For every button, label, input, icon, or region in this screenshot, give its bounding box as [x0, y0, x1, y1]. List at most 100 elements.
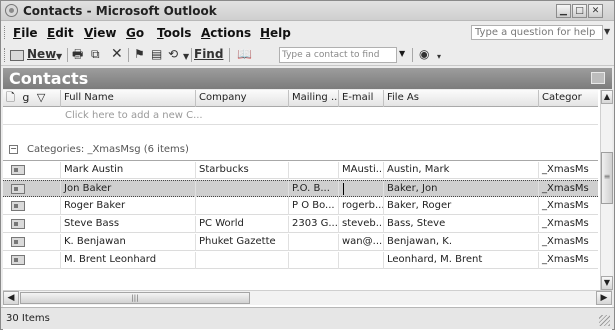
address-book-icon[interactable]: 📖 — [237, 47, 252, 63]
menu-edit[interactable]: Edit — [47, 26, 74, 40]
contact-card-icon — [11, 201, 25, 211]
cell-email[interactable]: rogerb... — [339, 200, 384, 211]
print-icon[interactable]: 🖶 — [72, 47, 83, 63]
maximize-button[interactable]: □ — [572, 4, 587, 18]
cell-file-as[interactable]: Austin, Mark — [384, 164, 539, 175]
cell-full-name[interactable]: Mark Austin — [61, 164, 196, 175]
menu-file[interactable]: File — [13, 26, 38, 40]
horizontal-scrollbar[interactable]: ◀ ||| ▶ — [3, 290, 612, 305]
vertical-scrollbar[interactable]: ▲ ≡ ▼ — [600, 90, 613, 290]
vertical-scroll-thumb[interactable]: ≡ — [601, 152, 613, 204]
menu-actions[interactable]: Actions — [201, 26, 251, 40]
cell-email[interactable]: wan@... — [339, 236, 384, 247]
scroll-right-button[interactable]: ▶ — [596, 291, 612, 305]
add-new-contact-row[interactable]: Click here to add a new C... — [3, 108, 598, 125]
collapse-group-icon[interactable]: − — [9, 145, 18, 154]
send-receive-icon[interactable]: ⟲ — [168, 47, 178, 63]
cell-categories[interactable]: _XmasMs — [539, 183, 598, 194]
cell-categories[interactable]: _XmasMs — [539, 218, 598, 229]
categories-icon[interactable]: ▤ — [151, 47, 162, 63]
outlook-app-icon[interactable] — [5, 4, 18, 17]
contact-row[interactable]: Jon Baker P.O. B... Baker, Jon _XmasMs — [3, 180, 598, 198]
new-contact-icon[interactable] — [10, 50, 24, 61]
cell-file-as[interactable]: Benjawan, K. — [384, 236, 539, 247]
text-cursor — [343, 183, 344, 195]
cell-categories[interactable]: _XmasMs — [539, 164, 598, 175]
move-to-folder-icon[interactable]: ⧉ — [91, 47, 100, 63]
resize-grip[interactable] — [599, 315, 610, 326]
cell-file-as[interactable]: Bass, Steve — [384, 218, 539, 229]
column-mailing-address[interactable]: Mailing ... — [289, 90, 339, 107]
ask-question-input[interactable]: Type a question for help — [471, 25, 603, 40]
scroll-up-button[interactable]: ▲ — [601, 90, 613, 104]
minimize-button[interactable]: ▁ — [556, 4, 571, 18]
menu-help[interactable]: Help — [260, 26, 291, 40]
ask-question-dropdown-icon[interactable]: ▼ — [604, 27, 610, 36]
cell-full-name[interactable]: K. Benjawan — [61, 236, 196, 247]
cell-file-as[interactable]: Leonhard, M. Brent — [384, 254, 539, 265]
flag-icon[interactable]: ⚑ — [134, 47, 145, 63]
contact-card-icon — [11, 165, 25, 175]
menu-grip[interactable] — [4, 26, 7, 39]
horizontal-scroll-thumb[interactable]: ||| — [20, 292, 250, 304]
column-gridline — [288, 234, 289, 251]
new-button[interactable]: New — [27, 47, 56, 63]
add-new-contact-hint: Click here to add a new C... — [65, 110, 203, 121]
cell-categories[interactable]: _XmasMs — [539, 200, 598, 211]
column-gridline — [195, 252, 196, 269]
column-file-as[interactable]: File As — [384, 90, 539, 107]
cell-full-name[interactable]: Steve Bass — [61, 218, 196, 229]
contact-row[interactable]: Mark Austin Starbucks MAusti... Austin, Mar… — [3, 162, 598, 179]
window-title: Contacts - Microsoft Outlook — [23, 4, 217, 18]
contact-card-icon — [11, 184, 25, 194]
toolbar-separator — [412, 48, 413, 62]
menu-tools[interactable]: Tools — [157, 26, 191, 40]
delete-icon[interactable]: ✕ — [111, 47, 123, 63]
title-bar[interactable]: Contacts - Microsoft Outlook ▁ □ ✕ — [1, 1, 614, 21]
contact-card-icon — [11, 255, 25, 265]
cell-mailing-address[interactable]: P O Bo... — [289, 200, 339, 211]
column-company[interactable]: Company — [196, 90, 289, 107]
contact-row[interactable]: K. Benjawan Phuket Gazette wan@... Benjawan… — [3, 234, 598, 251]
cell-mailing-address[interactable]: P.O. B... — [289, 183, 339, 194]
cell-company[interactable]: Phuket Gazette — [196, 236, 289, 247]
column-email[interactable]: E-mail — [339, 90, 384, 107]
scroll-down-button[interactable]: ▼ — [601, 276, 613, 290]
find-contact-input[interactable]: Type a contact to find — [279, 47, 397, 63]
standard-toolbar: New ▼ 🖶 ⧉ ✕ ⚑ ▤ ⟲ ▼ Find 📖 Type a contac… — [1, 44, 614, 66]
cell-file-as[interactable]: Baker, Jon — [384, 183, 539, 194]
scroll-left-button[interactable]: ◀ — [3, 291, 19, 305]
contact-row[interactable]: Roger Baker P O Bo... rogerb... Baker, Roge… — [3, 198, 598, 215]
find-contact-dropdown-icon[interactable]: ▼ — [399, 49, 405, 58]
cell-file-as[interactable]: Baker, Roger — [384, 200, 539, 211]
toolbar-options-icon[interactable]: ▾ — [437, 49, 441, 65]
cell-email[interactable]: steveb... — [339, 218, 384, 229]
column-gridline — [338, 252, 339, 269]
cell-full-name[interactable]: Roger Baker — [61, 200, 196, 211]
menu-view[interactable]: View — [84, 26, 116, 40]
send-receive-dropdown-icon[interactable]: ▼ — [183, 49, 189, 65]
cell-full-name[interactable]: Jon Baker — [61, 183, 196, 194]
cell-company[interactable]: Starbucks — [196, 164, 289, 175]
cell-categories[interactable]: _XmasMs — [539, 254, 598, 265]
cell-mailing-address[interactable]: 2303 G... — [289, 218, 339, 229]
column-categories[interactable]: Categor — [539, 90, 598, 107]
help-icon[interactable]: ◉ — [419, 47, 429, 63]
column-header-row: 🗋 g ▽ Full Name Company Mailing ... E-ma… — [3, 90, 598, 107]
menu-go[interactable]: Go — [126, 26, 144, 40]
category-group-header[interactable]: − Categories: _XmasMsg (6 items) — [3, 142, 598, 159]
close-button[interactable]: ✕ — [588, 4, 603, 18]
cell-email[interactable]: MAusti... — [339, 164, 384, 175]
find-button[interactable]: Find — [194, 47, 223, 63]
column-full-name[interactable]: Full Name — [61, 90, 196, 107]
group-label: Categories: _XmasMsg (6 items) — [27, 144, 189, 155]
new-dropdown-icon[interactable]: ▼ — [56, 49, 62, 65]
cell-categories[interactable]: _XmasMs — [539, 236, 598, 247]
contact-row[interactable]: M. Brent Leonhard Leonhard, M. Brent _Xmas… — [3, 252, 598, 269]
contact-row[interactable]: Steve Bass PC World 2303 G... steveb... Bass… — [3, 216, 598, 233]
toolbar-grip[interactable] — [4, 48, 7, 62]
outlook-window: Contacts - Microsoft Outlook ▁ □ ✕ File … — [0, 0, 615, 330]
cell-full-name[interactable]: M. Brent Leonhard — [61, 254, 196, 265]
cell-company[interactable]: PC World — [196, 218, 289, 229]
column-header-icons[interactable]: 🗋 g ▽ — [3, 90, 61, 107]
